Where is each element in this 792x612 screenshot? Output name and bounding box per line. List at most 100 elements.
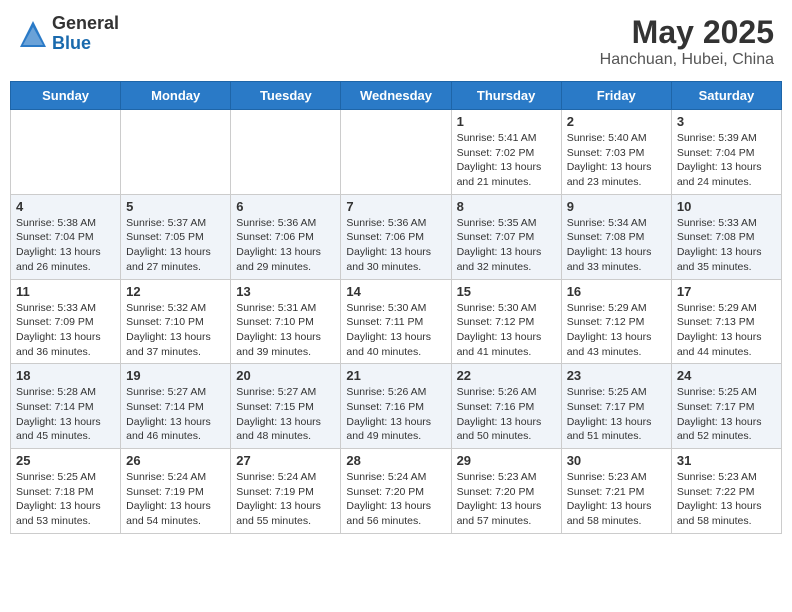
weekday-header-row: SundayMondayTuesdayWednesdayThursdayFrid… (11, 82, 782, 110)
day-info: Sunrise: 5:36 AMSunset: 7:06 PMDaylight:… (346, 216, 445, 275)
day-info: Sunrise: 5:29 AMSunset: 7:13 PMDaylight:… (677, 301, 776, 360)
day-number: 15 (457, 284, 556, 299)
calendar-cell: 30 Sunrise: 5:23 AMSunset: 7:21 PMDayligh… (561, 449, 671, 534)
logo-general-label: General (52, 14, 119, 34)
day-info: Sunrise: 5:33 AMSunset: 7:09 PMDaylight:… (16, 301, 115, 360)
day-info: Sunrise: 5:38 AMSunset: 7:04 PMDaylight:… (16, 216, 115, 275)
calendar-week-4: 18Sunrise: 5:28 AMSunset: 7:14 PMDayligh… (11, 364, 782, 449)
day-info: Sunrise: 5:23 AMSunset: 7:20 PMDaylight:… (457, 470, 556, 529)
location-title: Hanchuan, Hubei, China (600, 51, 774, 69)
day-info: Sunrise: 5:30 AMSunset: 7:12 PMDaylight:… (457, 301, 556, 360)
calendar-cell: 1Sunrise: 5:41 AMSunset: 7:02 PMDaylight… (451, 110, 561, 195)
day-info: Sunrise: 5:41 AMSunset: 7:02 PMDaylight:… (457, 131, 556, 190)
calendar-cell: 5 Sunrise: 5:37 AMSunset: 7:05 PMDaylight… (121, 194, 231, 279)
day-info: Sunrise: 5:27 AMSunset: 7:14 PMDaylight:… (126, 385, 225, 444)
day-info: Sunrise: 5:37 AMSunset: 7:05 PMDaylight:… (126, 216, 225, 275)
day-number: 4 (16, 199, 115, 214)
day-info: Sunrise: 5:27 AMSunset: 7:15 PMDaylight:… (236, 385, 335, 444)
day-number: 22 (457, 368, 556, 383)
calendar-cell: 28 Sunrise: 5:24 AMSunset: 7:20 PMDayligh… (341, 449, 451, 534)
day-number: 5 (126, 199, 225, 214)
day-info: Sunrise: 5:23 AMSunset: 7:22 PMDaylight:… (677, 470, 776, 529)
calendar-week-5: 25Sunrise: 5:25 AMSunset: 7:18 PMDayligh… (11, 449, 782, 534)
calendar-week-3: 11Sunrise: 5:33 AMSunset: 7:09 PMDayligh… (11, 279, 782, 364)
day-info: Sunrise: 5:36 AMSunset: 7:06 PMDaylight:… (236, 216, 335, 275)
day-number: 16 (567, 284, 666, 299)
day-number: 23 (567, 368, 666, 383)
weekday-header-tuesday: Tuesday (231, 82, 341, 110)
calendar-cell: 11Sunrise: 5:33 AMSunset: 7:09 PMDayligh… (11, 279, 121, 364)
day-info: Sunrise: 5:33 AMSunset: 7:08 PMDaylight:… (677, 216, 776, 275)
calendar-cell (231, 110, 341, 195)
day-number: 8 (457, 199, 556, 214)
day-info: Sunrise: 5:23 AMSunset: 7:21 PMDaylight:… (567, 470, 666, 529)
day-number: 17 (677, 284, 776, 299)
title-area: May 2025 Hanchuan, Hubei, China (600, 14, 774, 69)
calendar-cell: 27Sunrise: 5:24 AMSunset: 7:19 PMDayligh… (231, 449, 341, 534)
day-info: Sunrise: 5:24 AMSunset: 7:20 PMDaylight:… (346, 470, 445, 529)
calendar-cell: 23 Sunrise: 5:25 AMSunset: 7:17 PMDayligh… (561, 364, 671, 449)
day-info: Sunrise: 5:40 AMSunset: 7:03 PMDaylight:… (567, 131, 666, 190)
day-info: Sunrise: 5:25 AMSunset: 7:17 PMDaylight:… (677, 385, 776, 444)
day-number: 9 (567, 199, 666, 214)
calendar-cell: 31 Sunrise: 5:23 AMSunset: 7:22 PMDayligh… (671, 449, 781, 534)
calendar-cell: 24Sunrise: 5:25 AMSunset: 7:17 PMDayligh… (671, 364, 781, 449)
day-number: 19 (126, 368, 225, 383)
calendar-cell (121, 110, 231, 195)
month-title: May 2025 (600, 14, 774, 51)
day-number: 20 (236, 368, 335, 383)
day-number: 31 (677, 453, 776, 468)
day-info: Sunrise: 5:34 AMSunset: 7:08 PMDaylight:… (567, 216, 666, 275)
calendar-cell: 15 Sunrise: 5:30 AMSunset: 7:12 PMDayligh… (451, 279, 561, 364)
calendar-cell: 22 Sunrise: 5:26 AMSunset: 7:16 PMDayligh… (451, 364, 561, 449)
calendar-week-2: 4 Sunrise: 5:38 AMSunset: 7:04 PMDaylight… (11, 194, 782, 279)
calendar-cell: 20 Sunrise: 5:27 AMSunset: 7:15 PMDayligh… (231, 364, 341, 449)
calendar-cell: 16 Sunrise: 5:29 AMSunset: 7:12 PMDayligh… (561, 279, 671, 364)
logo-blue-label: Blue (52, 34, 119, 54)
calendar-table: SundayMondayTuesdayWednesdayThursdayFrid… (10, 81, 782, 534)
day-number: 29 (457, 453, 556, 468)
weekday-header-sunday: Sunday (11, 82, 121, 110)
day-number: 12 (126, 284, 225, 299)
day-info: Sunrise: 5:30 AMSunset: 7:11 PMDaylight:… (346, 301, 445, 360)
calendar-cell: 12 Sunrise: 5:32 AMSunset: 7:10 PMDayligh… (121, 279, 231, 364)
weekday-header-monday: Monday (121, 82, 231, 110)
logo: General Blue (18, 14, 119, 54)
calendar-cell: 7 Sunrise: 5:36 AMSunset: 7:06 PMDaylight… (341, 194, 451, 279)
day-number: 18 (16, 368, 115, 383)
page-header: General Blue May 2025 Hanchuan, Hubei, C… (10, 10, 782, 73)
day-info: Sunrise: 5:24 AMSunset: 7:19 PMDaylight:… (126, 470, 225, 529)
day-info: Sunrise: 5:35 AMSunset: 7:07 PMDaylight:… (457, 216, 556, 275)
calendar-cell: 8 Sunrise: 5:35 AMSunset: 7:07 PMDaylight… (451, 194, 561, 279)
calendar-cell: 4 Sunrise: 5:38 AMSunset: 7:04 PMDaylight… (11, 194, 121, 279)
day-info: Sunrise: 5:31 AMSunset: 7:10 PMDaylight:… (236, 301, 335, 360)
day-number: 2 (567, 114, 666, 129)
calendar-cell: 10Sunrise: 5:33 AMSunset: 7:08 PMDayligh… (671, 194, 781, 279)
day-info: Sunrise: 5:29 AMSunset: 7:12 PMDaylight:… (567, 301, 666, 360)
calendar-week-1: 1Sunrise: 5:41 AMSunset: 7:02 PMDaylight… (11, 110, 782, 195)
day-info: Sunrise: 5:32 AMSunset: 7:10 PMDaylight:… (126, 301, 225, 360)
day-number: 7 (346, 199, 445, 214)
calendar-cell: 17 Sunrise: 5:29 AMSunset: 7:13 PMDayligh… (671, 279, 781, 364)
weekday-header-friday: Friday (561, 82, 671, 110)
day-info: Sunrise: 5:26 AMSunset: 7:16 PMDaylight:… (346, 385, 445, 444)
day-number: 28 (346, 453, 445, 468)
day-number: 14 (346, 284, 445, 299)
logo-text: General Blue (52, 14, 119, 54)
day-info: Sunrise: 5:26 AMSunset: 7:16 PMDaylight:… (457, 385, 556, 444)
logo-icon (18, 19, 48, 49)
day-number: 3 (677, 114, 776, 129)
weekday-header-thursday: Thursday (451, 82, 561, 110)
calendar-cell: 29 Sunrise: 5:23 AMSunset: 7:20 PMDayligh… (451, 449, 561, 534)
calendar-cell: 21Sunrise: 5:26 AMSunset: 7:16 PMDayligh… (341, 364, 451, 449)
calendar-cell: 9 Sunrise: 5:34 AMSunset: 7:08 PMDaylight… (561, 194, 671, 279)
day-number: 25 (16, 453, 115, 468)
calendar-cell: 2 Sunrise: 5:40 AMSunset: 7:03 PMDaylight… (561, 110, 671, 195)
day-info: Sunrise: 5:39 AMSunset: 7:04 PMDaylight:… (677, 131, 776, 190)
calendar-cell (11, 110, 121, 195)
day-number: 6 (236, 199, 335, 214)
calendar-cell: 25Sunrise: 5:25 AMSunset: 7:18 PMDayligh… (11, 449, 121, 534)
day-number: 30 (567, 453, 666, 468)
day-info: Sunrise: 5:25 AMSunset: 7:17 PMDaylight:… (567, 385, 666, 444)
day-number: 13 (236, 284, 335, 299)
